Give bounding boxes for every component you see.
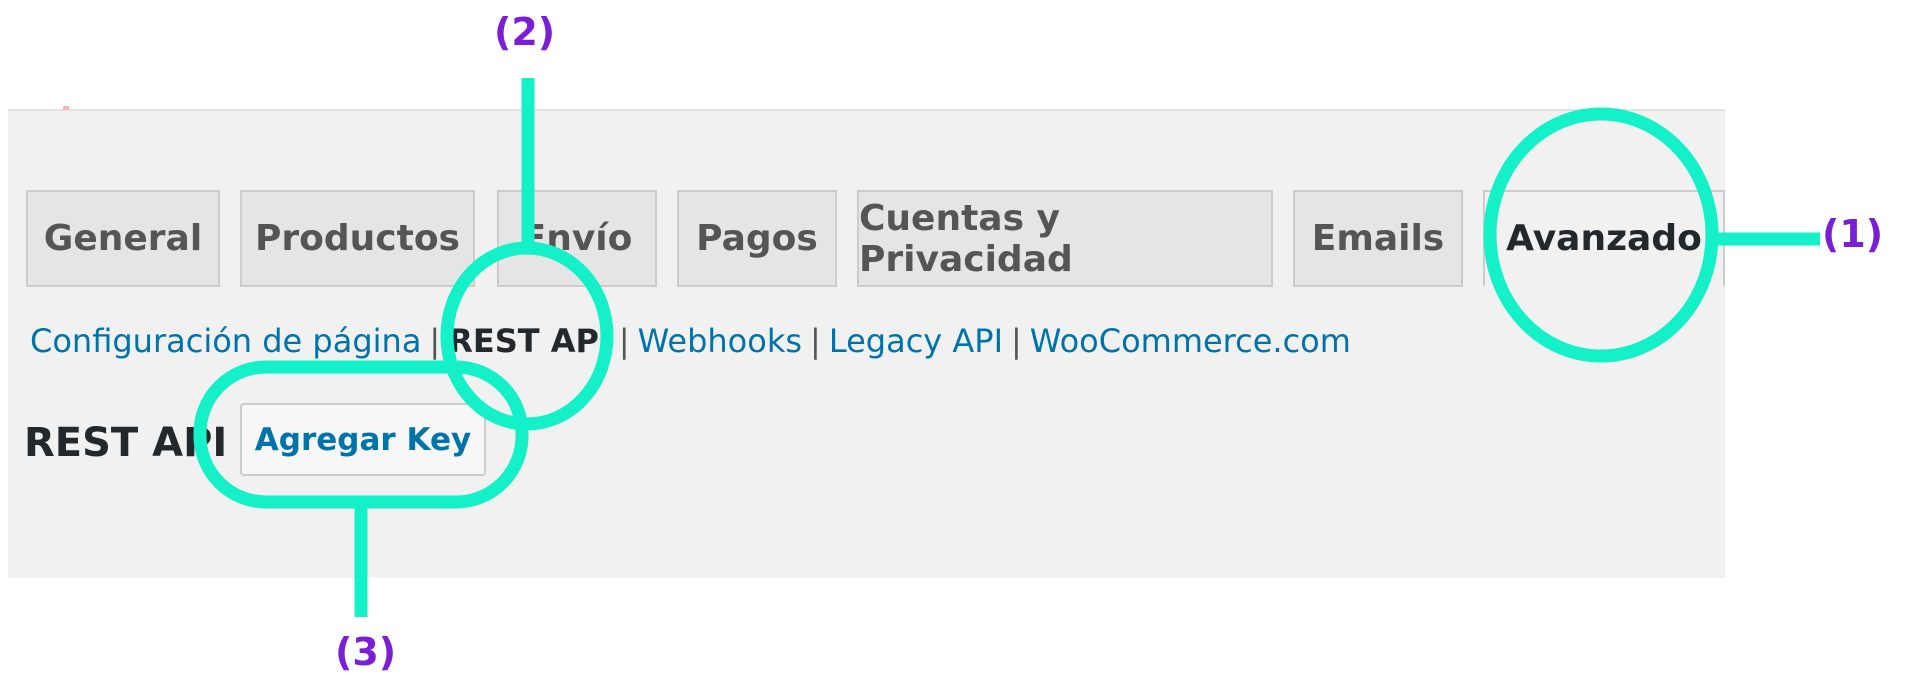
page-title: REST API — [24, 420, 228, 466]
tab-emails[interactable]: Emails — [1293, 190, 1463, 287]
tab-label: Productos — [255, 218, 460, 259]
tab-pagos[interactable]: Pagos — [677, 190, 837, 287]
tab-cuentas-y-privacidad[interactable]: Cuentas y Privacidad — [857, 190, 1273, 287]
tab-label: Pagos — [696, 218, 818, 259]
tab-label: Cuentas y Privacidad — [859, 197, 1073, 280]
decorative-mark — [63, 106, 69, 110]
subnav-current-rest-api: REST API — [448, 322, 611, 360]
subnav-link-configuracion-de-pagina[interactable]: Configuración de página — [30, 322, 421, 360]
subnav-link-legacy-api[interactable]: Legacy API — [829, 322, 1003, 360]
tab-label: Emails — [1311, 218, 1445, 259]
callout-label-2: (2) — [494, 10, 556, 54]
tab-label: Envío — [521, 218, 633, 259]
tab-productos[interactable]: Productos — [240, 190, 475, 287]
add-key-button[interactable]: Agregar Key — [240, 403, 486, 476]
section-subnav: Configuración de página | REST API | Web… — [30, 316, 1351, 366]
subnav-separator: | — [1011, 322, 1022, 360]
subnav-separator: | — [429, 322, 441, 360]
screenshot-stage: General Productos Envío Pagos Cuentas y … — [0, 0, 1908, 677]
subnav-link-webhooks[interactable]: Webhooks — [638, 322, 802, 360]
callout-label-3: (3) — [335, 630, 397, 674]
tab-label: General — [43, 218, 203, 259]
subnav-link-woocommerce-com[interactable]: WooCommerce.com — [1030, 322, 1351, 360]
tab-avanzado[interactable]: Avanzado — [1483, 190, 1725, 287]
subnav-separator: | — [618, 322, 630, 360]
tab-label: Avanzado — [1506, 218, 1702, 259]
subnav-separator: | — [810, 322, 821, 360]
tab-general[interactable]: General — [26, 190, 220, 287]
tab-envio[interactable]: Envío — [497, 190, 657, 287]
callout-label-1: (1) — [1822, 212, 1884, 256]
